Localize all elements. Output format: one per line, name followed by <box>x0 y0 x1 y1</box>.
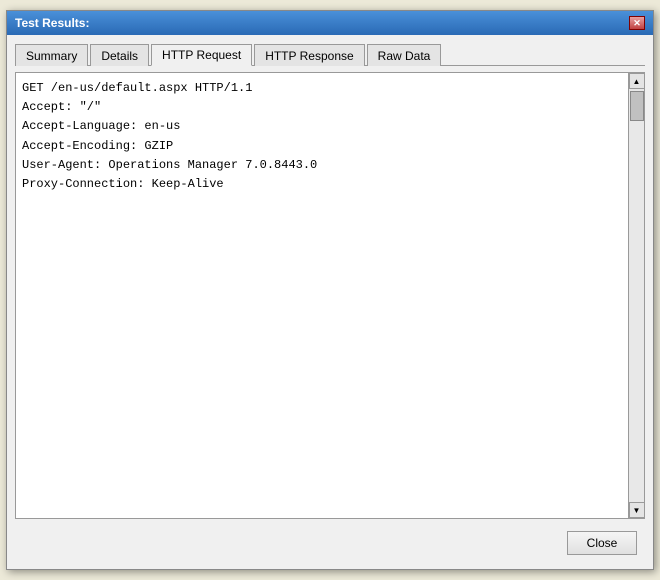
title-bar: Test Results: ✕ <box>7 11 653 35</box>
scroll-down-button[interactable]: ▼ <box>629 502 645 518</box>
vertical-scrollbar: ▲ ▼ <box>628 73 644 518</box>
tab-raw-data[interactable]: Raw Data <box>367 44 442 66</box>
dialog-content: Summary Details HTTP Request HTTP Respon… <box>7 35 653 569</box>
tab-http-response[interactable]: HTTP Response <box>254 44 364 66</box>
test-results-dialog: Test Results: ✕ Summary Details HTTP Req… <box>6 10 654 570</box>
content-area: GET /en-us/default.aspx HTTP/1.1 Accept:… <box>15 72 645 519</box>
scroll-thumb[interactable] <box>630 91 644 121</box>
bottom-bar: Close <box>15 525 645 561</box>
http-request-content: GET /en-us/default.aspx HTTP/1.1 Accept:… <box>22 79 638 194</box>
close-button[interactable]: Close <box>567 531 637 555</box>
title-bar-buttons: ✕ <box>629 16 645 30</box>
dialog-title: Test Results: <box>15 16 89 30</box>
scroll-track <box>629 89 644 502</box>
close-window-button[interactable]: ✕ <box>629 16 645 30</box>
tab-http-request[interactable]: HTTP Request <box>151 44 252 66</box>
tab-bar: Summary Details HTTP Request HTTP Respon… <box>15 43 645 66</box>
scroll-up-button[interactable]: ▲ <box>629 73 645 89</box>
tab-details[interactable]: Details <box>90 44 149 66</box>
tab-summary[interactable]: Summary <box>15 44 88 66</box>
